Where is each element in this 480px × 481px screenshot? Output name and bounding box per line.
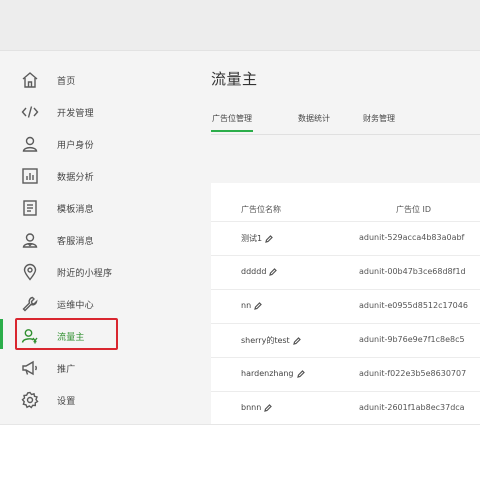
sidebar-item-label: 模板消息: [57, 204, 94, 215]
document-icon: [21, 199, 39, 217]
top-bar: [0, 0, 480, 51]
table-row: 测试1 adunit-529acca4b83a0abf: [211, 221, 480, 256]
code-icon: [21, 103, 39, 121]
tab-ad-slot-management[interactable]: 广告位管理: [211, 113, 253, 132]
pencil-edit-icon[interactable]: [292, 336, 301, 345]
column-header-name: 广告位名称: [241, 205, 281, 214]
sidebar-item-label: 设置: [57, 396, 76, 407]
sidebar-item-label: 用户身份: [57, 140, 94, 151]
bar-chart-icon: [21, 167, 39, 185]
sidebar-item-label: 运维中心: [57, 300, 94, 311]
ad-slot-id: adunit-529acca4b83a0abf: [359, 233, 465, 242]
sidebar-item-label: 客服消息: [57, 236, 94, 247]
megaphone-icon: [21, 359, 39, 377]
column-header-id: 广告位 ID: [396, 205, 432, 214]
ad-slot-name: sherry的test: [241, 336, 290, 345]
ad-slot-name: 测试1: [241, 234, 263, 243]
ad-slot-name: ddddd: [241, 267, 267, 276]
table-row: bnnn adunit-2601f1ab8ec37dca: [211, 391, 480, 426]
page-title: 流量主: [211, 70, 258, 88]
sidebar-item-label: 开发管理: [57, 108, 94, 119]
sidebar-item-dev-management[interactable]: 开发管理: [0, 96, 150, 128]
customer-service-icon: [21, 231, 39, 249]
sidebar-item-settings[interactable]: 设置: [0, 384, 150, 416]
sidebar-item-user-identity[interactable]: 用户身份: [0, 128, 150, 160]
table-row: nn adunit-e0955d8512c17046: [211, 289, 480, 324]
location-pin-icon: [21, 263, 39, 281]
home-icon: [21, 71, 39, 89]
ad-slot-name: hardenzhang: [241, 369, 294, 378]
tab-finance-management[interactable]: 财务管理: [363, 113, 395, 124]
sidebar-item-label: 数据分析: [57, 172, 94, 183]
pencil-edit-icon[interactable]: [296, 369, 305, 378]
tab-data-statistics[interactable]: 数据统计: [298, 113, 330, 124]
ad-slot-id: adunit-9b76e9e7f1c8e8c5: [359, 335, 465, 344]
sidebar-item-label: 附近的小程序: [57, 268, 113, 279]
user-icon: [21, 135, 39, 153]
sidebar-item-nearby-miniprogram[interactable]: 附近的小程序: [0, 256, 150, 288]
table-row: ddddd adunit-00b47b3ce68d8f1d: [211, 255, 480, 290]
tab-bar: 广告位管理 数据统计 财务管理: [211, 108, 480, 135]
sidebar-item-template-messages[interactable]: 模板消息: [0, 192, 150, 224]
highlight-box: [15, 318, 118, 350]
ad-slot-id: adunit-f022e3b5e8630707: [359, 369, 467, 378]
pencil-edit-icon[interactable]: [265, 234, 273, 243]
sidebar-item-label: 推广: [57, 364, 76, 375]
table-row: hardenzhang adunit-f022e3b5e8630707: [211, 357, 480, 392]
ad-slot-id: adunit-2601f1ab8ec37dca: [359, 403, 465, 412]
pencil-edit-icon[interactable]: [264, 403, 273, 412]
ad-slot-name: nn: [241, 301, 252, 310]
bottom-area: [0, 424, 480, 481]
ad-slot-id: adunit-00b47b3ce68d8f1d: [359, 267, 466, 276]
wrench-icon: [21, 295, 39, 313]
ad-slot-name: bnnn: [241, 403, 262, 412]
sidebar-item-promotion[interactable]: 推广: [0, 352, 150, 384]
sidebar-item-customer-messages[interactable]: 客服消息: [0, 224, 150, 256]
sidebar-item-home[interactable]: 首页: [0, 64, 150, 96]
ad-slot-id: adunit-e0955d8512c17046: [359, 301, 468, 310]
pencil-edit-icon[interactable]: [269, 267, 278, 276]
sidebar-item-label: 首页: [57, 76, 76, 87]
sidebar-item-ops-center[interactable]: 运维中心: [0, 288, 150, 320]
sidebar-item-data-analysis[interactable]: 数据分析: [0, 160, 150, 192]
table-row: sherry的test adunit-9b76e9e7f1c8e8c5: [211, 323, 480, 358]
pencil-edit-icon[interactable]: [254, 301, 262, 310]
gear-icon: [21, 391, 39, 409]
